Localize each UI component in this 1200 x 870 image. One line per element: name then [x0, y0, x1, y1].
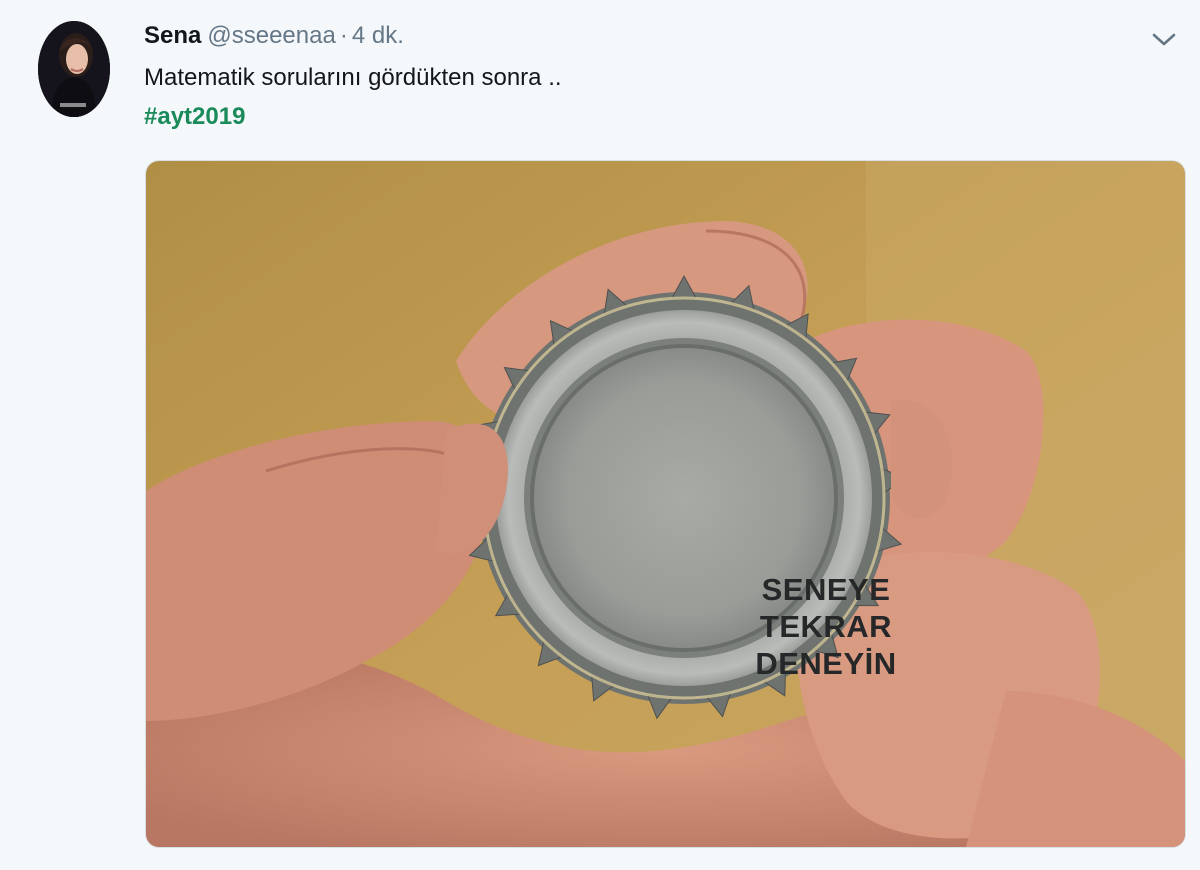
bottle-cap-photo — [146, 161, 1185, 847]
avatar[interactable] — [38, 21, 110, 117]
tweet-header: Sena @sseeenaa · 4 dk. — [144, 20, 404, 52]
author-handle[interactable]: @sseeenaa — [207, 22, 335, 49]
tweet-timestamp[interactable]: 4 dk. — [352, 22, 404, 49]
tweet: Sena @sseeenaa · 4 dk. Matematik sorularını… — [0, 0, 1200, 870]
cap-line-2: TEKRAR — [759, 609, 893, 644]
avatar-photo — [38, 21, 110, 117]
cap-line-1: SENEYE — [761, 572, 891, 607]
tweet-text: Matematik sorularını gördükten sonra .. — [144, 64, 562, 91]
hashtag-link[interactable]: #ayt2019 — [144, 101, 245, 133]
tweet-menu-button[interactable] — [1150, 28, 1178, 50]
bottle-cap-text: SENEYE TEKRAR DENEYİN — [706, 571, 946, 682]
tweet-media-image[interactable]: SENEYE TEKRAR DENEYİN — [145, 160, 1186, 848]
separator-dot: · — [339, 22, 348, 49]
author-name[interactable]: Sena — [144, 22, 201, 49]
cap-line-3: DENEYİN — [755, 646, 897, 681]
chevron-down-icon — [1152, 33, 1176, 46]
